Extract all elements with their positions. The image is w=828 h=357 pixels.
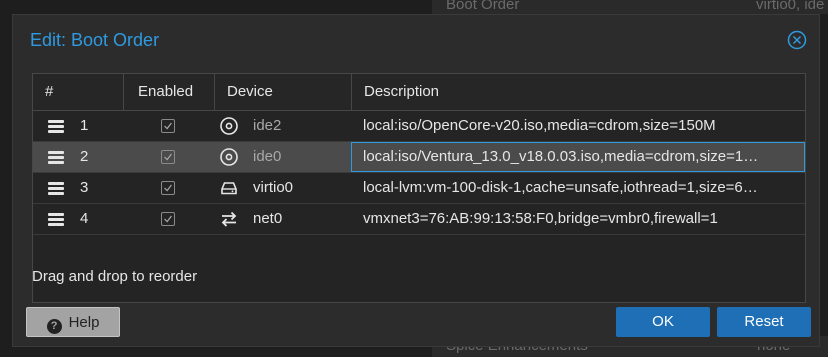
dialog-title: Edit: Boot Order (30, 30, 160, 50)
drag-handle-icon[interactable] (48, 151, 64, 164)
row-number: 1 (80, 117, 89, 134)
disc-icon (220, 117, 238, 135)
drag-handle-icon[interactable] (48, 213, 64, 226)
hdd-icon (221, 182, 237, 195)
enabled-checkbox[interactable] (161, 181, 175, 195)
table-row[interactable]: 1 ide2 local:iso/OpenCore-v20.iso,media=… (33, 111, 805, 142)
edit-boot-order-dialog: Edit: Boot Order # Enabled Device Descri… (12, 14, 820, 347)
drag-handle-icon[interactable] (48, 182, 64, 195)
ok-button[interactable]: OK (616, 307, 710, 337)
table-row[interactable]: 4 net0 vmxnet3=76:AB:99:13:58:F0,bridge=… (33, 204, 805, 235)
reset-button[interactable]: Reset (717, 307, 811, 337)
device-name: virtio0 (253, 179, 294, 196)
device-description: local:iso/OpenCore-v20.iso,media=cdrom,s… (363, 117, 716, 134)
grid-header: # Enabled Device Description (33, 74, 805, 111)
column-header-enabled[interactable]: Enabled (124, 74, 215, 110)
device-name: net0 (253, 210, 283, 227)
question-icon: ? (46, 319, 62, 334)
disc-icon (220, 148, 238, 166)
help-button-label: Help (68, 314, 100, 331)
row-number: 2 (80, 148, 89, 165)
device-name: ide0 (253, 148, 282, 165)
row-number: 3 (80, 179, 89, 196)
enabled-checkbox[interactable] (161, 150, 175, 164)
reorder-hint: Drag and drop to reorder (32, 268, 198, 285)
network-exchange-icon (221, 211, 237, 227)
device-description: vmxnet3=76:AB:99:13:58:F0,bridge=vmbr0,f… (363, 210, 718, 227)
device-name: ide2 (253, 117, 282, 134)
row-number: 4 (80, 210, 89, 227)
enabled-checkbox[interactable] (161, 119, 175, 133)
table-row[interactable]: 3 virtio0 local-lvm:vm-100-disk-1,cache=… (33, 173, 805, 204)
table-row-selected[interactable]: 2 ide0 local:iso/Ventura_13.0_v18.0.03.i… (33, 142, 805, 173)
dialog-header: Edit: Boot Order (13, 15, 819, 65)
drag-handle-icon[interactable] (48, 120, 64, 133)
background-boot-order-label: Boot Order (446, 0, 520, 13)
column-header-device[interactable]: Device (215, 74, 352, 110)
device-description: local:iso/Ventura_13.0_v18.0.03.iso,medi… (363, 148, 759, 165)
background-boot-order-value: virtio0, ide (756, 0, 825, 13)
close-icon[interactable] (787, 30, 807, 50)
enabled-checkbox[interactable] (161, 212, 175, 226)
help-button[interactable]: ? Help (26, 307, 120, 337)
column-header-description[interactable]: Description (352, 74, 805, 110)
column-header-index[interactable]: # (33, 74, 124, 110)
device-description: local-lvm:vm-100-disk-1,cache=unsafe,iot… (363, 179, 758, 196)
